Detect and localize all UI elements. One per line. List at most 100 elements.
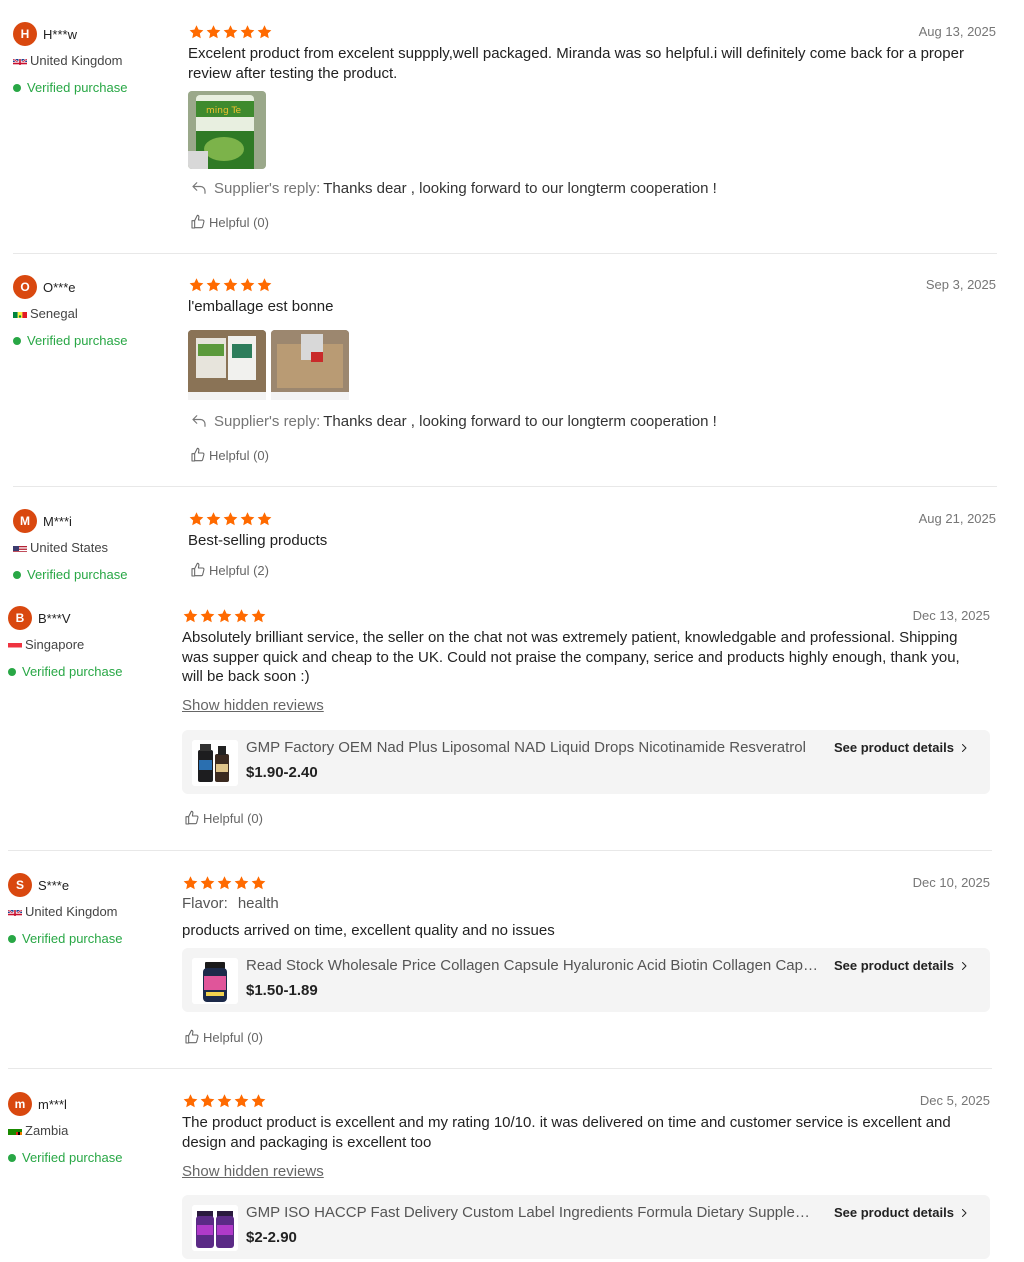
product-variant: Flavor: health — [182, 895, 279, 912]
star-icon — [205, 24, 222, 40]
star-icon — [256, 277, 273, 293]
verified-label: Verified purchase — [22, 1150, 123, 1165]
verified-badge: Verified purchase — [8, 1150, 122, 1165]
review-date: Dec 13, 2025 — [912, 608, 990, 623]
uk-flag-icon — [13, 56, 27, 65]
product-card[interactable]: GMP Factory OEM Nad Plus Liposomal NAD L… — [182, 730, 990, 794]
reviewer-info: O O***e Senegal Verified purchase — [13, 275, 173, 365]
helpful-count: Helpful (0) — [209, 447, 269, 463]
star-icon — [205, 277, 222, 293]
verified-badge: Verified purchase — [13, 333, 127, 348]
star-icon — [256, 511, 273, 527]
supplier-reply-label: Supplier's reply: — [214, 179, 321, 197]
star-icon — [233, 875, 250, 891]
helpful-button[interactable]: Helpful (0) — [184, 810, 263, 826]
verified-check-icon — [8, 1153, 16, 1162]
thumbs-up-icon — [184, 810, 200, 826]
star-icon — [233, 608, 250, 624]
helpful-button[interactable]: Helpful (2) — [190, 562, 269, 578]
star-icon — [222, 511, 239, 527]
verified-label: Verified purchase — [22, 664, 123, 679]
chevron-right-icon — [958, 742, 970, 754]
review-content: Aug 21, 2025 Best-selling products Helpf… — [188, 511, 998, 591]
thumbs-up-icon — [190, 447, 206, 463]
verified-check-icon — [13, 83, 21, 92]
verified-check-icon — [8, 934, 16, 943]
star-icon — [250, 1093, 267, 1109]
show-hidden-reviews-link[interactable]: Show hidden reviews — [182, 1163, 324, 1180]
star-rating — [182, 608, 267, 624]
star-icon — [239, 24, 256, 40]
us-flag-icon — [13, 543, 27, 552]
reviewer-name: M***i — [43, 514, 72, 529]
reply-icon — [190, 412, 208, 430]
review-date: Aug 21, 2025 — [918, 511, 996, 526]
helpful-count: Helpful (0) — [209, 214, 269, 230]
review-text: The product product is excellent and my … — [182, 1114, 951, 1151]
country-label: United Kingdom — [30, 53, 123, 68]
see-product-details-link[interactable]: See product details — [834, 1205, 970, 1220]
review-text: l'emballage est bonne — [188, 298, 334, 315]
singapore-flag-icon — [8, 640, 22, 649]
star-rating — [182, 875, 267, 891]
verified-badge: Verified purchase — [13, 80, 127, 95]
reviewer-name: m***l — [38, 1097, 67, 1112]
country-label: Singapore — [25, 637, 85, 652]
review-divider — [8, 1068, 992, 1069]
review-content: Aug 13, 2025 Excelent product from excel… — [188, 24, 998, 234]
reviewer-info: m m***l Zambia Verified purchase — [8, 1092, 168, 1182]
avatar: S — [8, 873, 32, 897]
review-text: Absolutely brilliant service, the seller… — [182, 629, 960, 685]
review-photo[interactable] — [188, 330, 266, 408]
star-rating — [182, 1093, 267, 1109]
review-date: Aug 13, 2025 — [918, 24, 996, 39]
reviewer-country: Zambia — [8, 1123, 68, 1138]
helpful-count: Helpful (2) — [209, 562, 269, 578]
helpful-button[interactable]: Helpful (0) — [184, 1029, 263, 1045]
verified-badge: Verified purchase — [8, 664, 122, 679]
review-divider — [13, 253, 997, 254]
reply-icon — [190, 179, 208, 197]
review-date: Sep 3, 2025 — [925, 277, 996, 292]
helpful-count: Helpful (0) — [203, 1029, 263, 1045]
review-photo[interactable] — [271, 330, 349, 408]
product-title: GMP ISO HACCP Fast Delivery Custom Label… — [246, 1204, 820, 1221]
star-icon — [199, 1093, 216, 1109]
review-text: Excelent product from excelent suppply,w… — [188, 45, 964, 82]
supplier-reply: Supplier's reply: Thanks dear , looking … — [190, 412, 717, 430]
reviewer-info: M M***i United States Verified purchase — [13, 509, 173, 599]
review-text: products arrived on time, excellent qual… — [182, 922, 555, 939]
review-text: Best-selling products — [188, 532, 328, 549]
star-icon — [222, 24, 239, 40]
thumbs-up-icon — [190, 562, 206, 578]
see-product-details-link[interactable]: See product details — [834, 958, 970, 973]
star-rating — [188, 24, 273, 40]
review-photo[interactable]: ming Te — [188, 91, 266, 169]
verified-badge: Verified purchase — [8, 931, 122, 946]
star-rating — [188, 277, 273, 293]
verified-label: Verified purchase — [22, 931, 123, 946]
product-card[interactable]: Read Stock Wholesale Price Collagen Caps… — [182, 948, 990, 1012]
see-product-details-link[interactable]: See product details — [834, 740, 970, 755]
supplier-reply-label: Supplier's reply: — [214, 412, 321, 430]
verified-label: Verified purchase — [27, 80, 128, 95]
supplier-reply-text: Thanks dear , looking forward to our lon… — [323, 179, 717, 197]
star-icon — [199, 608, 216, 624]
helpful-count: Helpful (0) — [203, 810, 263, 826]
country-label: United Kingdom — [25, 904, 118, 919]
country-label: Zambia — [25, 1123, 69, 1138]
star-icon — [188, 511, 205, 527]
product-card[interactable]: GMP ISO HACCP Fast Delivery Custom Label… — [182, 1195, 990, 1259]
helpful-button[interactable]: Helpful (0) — [190, 214, 269, 230]
reviewer-name: B***V — [38, 611, 71, 626]
zambia-flag-icon — [8, 1126, 22, 1135]
star-icon — [182, 875, 199, 891]
avatar: M — [13, 509, 37, 533]
helpful-button[interactable]: Helpful (0) — [190, 447, 269, 463]
verified-check-icon — [13, 336, 21, 345]
product-image — [192, 958, 238, 1004]
uk-flag-icon — [8, 907, 22, 916]
show-hidden-reviews-link[interactable]: Show hidden reviews — [182, 697, 324, 714]
product-image — [192, 1205, 238, 1251]
supplier-reply-text: Thanks dear , looking forward to our lon… — [323, 412, 717, 430]
